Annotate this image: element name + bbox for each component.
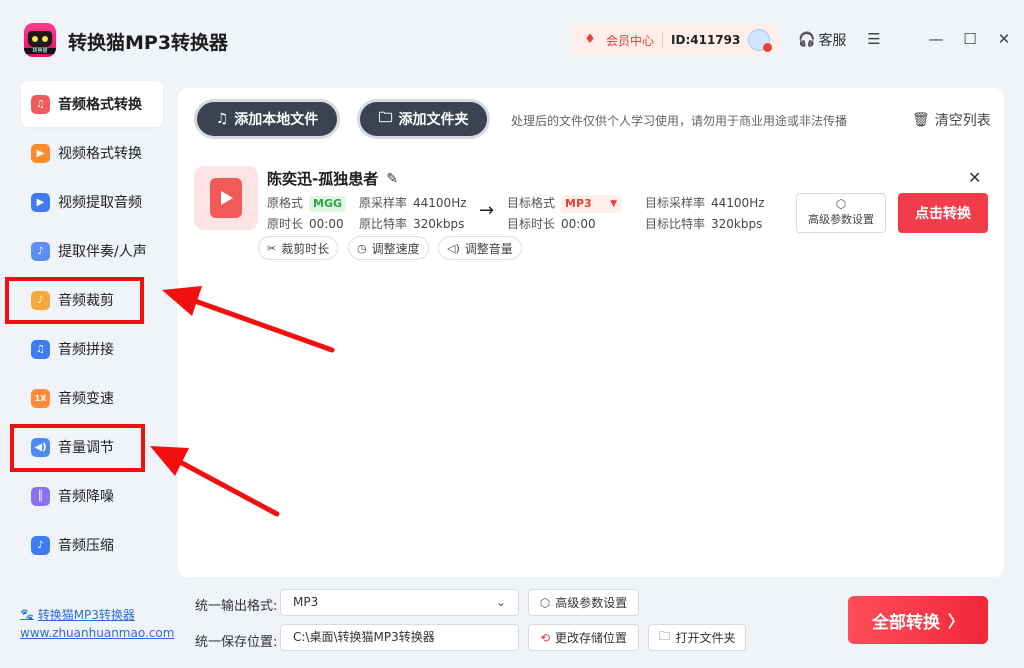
arrow-to-volume <box>150 446 280 517</box>
annotation-arrows <box>150 286 335 517</box>
arrow-to-audio-cut <box>162 286 335 353</box>
app-window: 转换猫 转换猫MP3转换器 ♦ 会员中心 ID:411793 🎧 客服 ☰ — … <box>0 0 1024 668</box>
